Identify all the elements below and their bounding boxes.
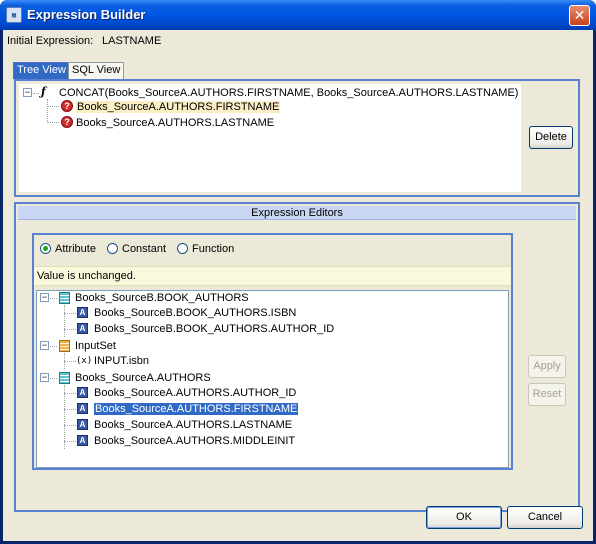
tree-connector — [50, 346, 57, 347]
delete-button[interactable]: Delete — [529, 126, 573, 149]
status-message: Value is unchanged. — [34, 266, 511, 286]
table-icon — [59, 292, 70, 304]
collapse-icon[interactable]: − — [40, 373, 49, 382]
initial-expression-label: Initial Expression: — [7, 35, 94, 47]
expression-builder-window: ▦ Expression Builder ✕ Initial Expressio… — [0, 0, 596, 544]
radio-attribute[interactable]: Attribute — [40, 243, 96, 256]
tab-sql-view[interactable]: SQL View — [68, 62, 125, 79]
tree-connector — [64, 393, 76, 394]
dialog-body: Initial Expression: LASTNAME Tree View S… — [3, 30, 593, 541]
expression-editors-header: Expression Editors — [18, 206, 576, 220]
attribute-icon: A — [77, 387, 88, 398]
radio-attribute-label: Attribute — [55, 243, 96, 255]
tree-connector — [47, 99, 48, 123]
tree-node-book-authors-isbn[interactable]: Books_SourceB.BOOK_AUTHORS.ISBN — [94, 305, 296, 321]
attribute-icon: A — [77, 419, 88, 430]
radio-unselected-icon — [107, 243, 118, 254]
tree-node-book-authors[interactable]: Books_SourceB.BOOK_AUTHORS — [75, 290, 249, 306]
tab-tree-view[interactable]: Tree View — [13, 62, 70, 79]
tree-connector — [64, 329, 76, 330]
tree-connector — [64, 441, 76, 442]
table-icon — [59, 372, 70, 384]
attribute-editor: Attribute Constant Function Value is unc… — [32, 233, 513, 470]
tree-connector — [47, 106, 59, 107]
tree-connector — [64, 385, 65, 449]
tree-node-book-authors-author-id[interactable]: Books_SourceB.BOOK_AUTHORS.AUTHOR_ID — [94, 321, 334, 337]
radio-unselected-icon — [177, 243, 188, 254]
tree-connector — [64, 409, 76, 410]
ok-button[interactable]: OK — [426, 506, 502, 529]
tree-connector — [50, 378, 57, 379]
tree-node-input-isbn[interactable]: INPUT.isbn — [94, 353, 149, 369]
radio-selected-icon — [40, 243, 51, 254]
radio-constant-label: Constant — [122, 243, 167, 255]
close-button[interactable]: ✕ — [569, 5, 590, 26]
tree-node-authors-middleinit[interactable]: Books_SourceA.AUTHORS.MIDDLEINIT — [94, 433, 295, 449]
window-title: Expression Builder — [27, 7, 146, 22]
expression-tree-panel: − ƒ CONCAT(Books_SourceA.AUTHORS.FIRSTNA… — [14, 79, 580, 197]
tree-node-authors-lastname[interactable]: Books_SourceA.AUTHORS.LASTNAME — [94, 417, 292, 433]
radio-function-label: Function — [192, 243, 235, 255]
attribute-icon: A — [77, 307, 88, 318]
tree-connector — [64, 305, 65, 337]
tree-node-authors-firstname[interactable]: Books_SourceA.AUTHORS.FIRSTNAME — [92, 401, 300, 417]
reset-button[interactable]: Reset — [528, 383, 566, 406]
variable-icon: (x) — [76, 356, 93, 366]
tree-node-lastname[interactable]: Books_SourceA.AUTHORS.LASTNAME — [76, 115, 274, 131]
function-icon: ƒ — [41, 85, 46, 98]
tree-connector — [64, 425, 76, 426]
attribute-icon: A — [77, 403, 88, 414]
collapse-icon[interactable]: − — [23, 88, 32, 97]
initial-expression-value: LASTNAME — [102, 35, 162, 47]
expression-editors-panel: Expression Editors Attribute Constant Fu… — [14, 202, 580, 512]
expression-tree[interactable]: − ƒ CONCAT(Books_SourceA.AUTHORS.FIRSTNA… — [19, 84, 521, 192]
attribute-icon: A — [77, 435, 88, 446]
tree-node-authors[interactable]: Books_SourceA.AUTHORS — [75, 370, 211, 386]
radio-constant[interactable]: Constant — [107, 243, 166, 256]
tree-node-inputset[interactable]: InputSet — [75, 338, 116, 354]
collapse-icon[interactable]: − — [40, 341, 49, 350]
tree-node-firstname[interactable]: Books_SourceA.AUTHORS.FIRSTNAME — [76, 99, 281, 115]
tree-connector — [64, 313, 76, 314]
attribute-tree[interactable]: − Books_SourceB.BOOK_AUTHORS A Books_Sou… — [36, 290, 509, 468]
title-bar[interactable]: ▦ Expression Builder ✕ — [0, 0, 596, 30]
expression-builder-icon: ▦ — [6, 7, 22, 23]
collapse-icon[interactable]: − — [40, 293, 49, 302]
radio-function[interactable]: Function — [177, 243, 234, 256]
cancel-button[interactable]: Cancel — [507, 506, 583, 529]
tree-connector — [50, 298, 57, 299]
unresolved-icon: ? — [61, 116, 73, 128]
unresolved-icon: ? — [61, 100, 73, 112]
inputset-icon — [59, 340, 70, 352]
tree-connector — [33, 93, 39, 94]
tree-connector — [64, 361, 76, 362]
apply-button[interactable]: Apply — [528, 355, 566, 378]
tree-connector — [47, 122, 59, 123]
attribute-icon: A — [77, 323, 88, 334]
tree-node-authors-author-id[interactable]: Books_SourceA.AUTHORS.AUTHOR_ID — [94, 385, 296, 401]
